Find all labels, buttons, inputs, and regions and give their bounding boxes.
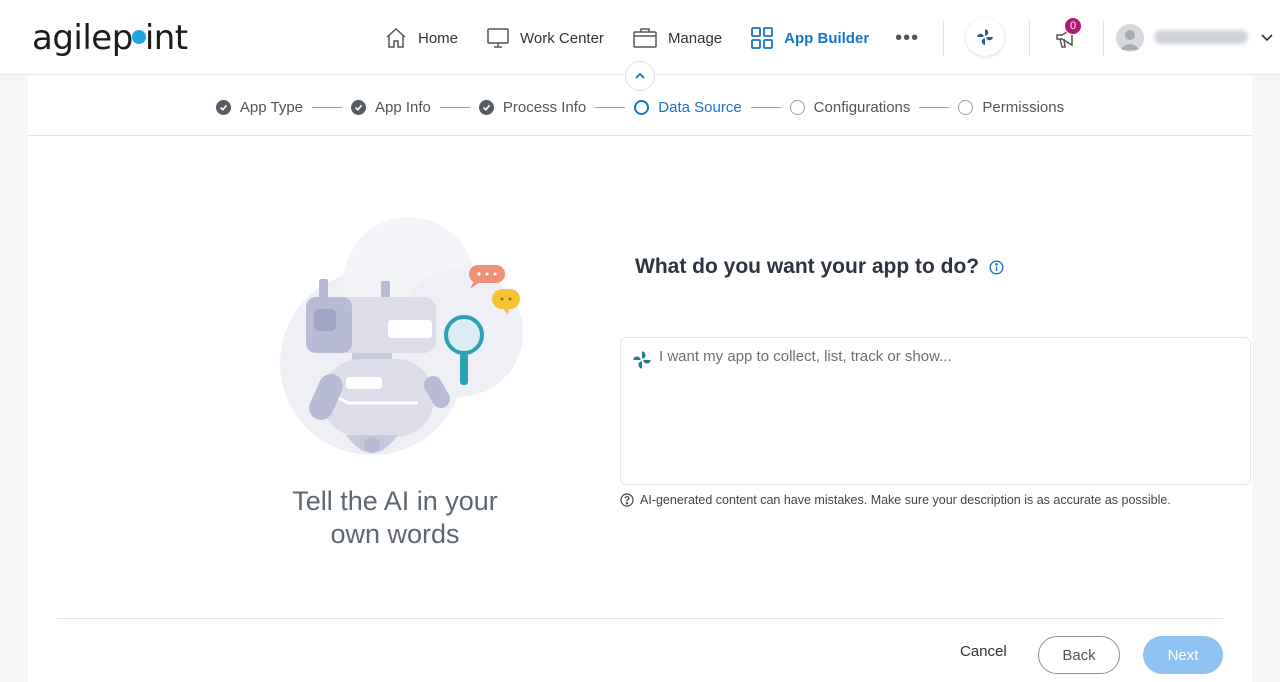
divider	[943, 20, 944, 56]
pending-step-circle-icon	[789, 99, 805, 115]
briefcase-icon	[633, 28, 657, 48]
step-label: App Info	[375, 98, 431, 116]
nav-home[interactable]: Home	[384, 26, 458, 50]
ai-pinwheel-icon	[977, 29, 993, 45]
step-connector	[750, 106, 781, 108]
prompt-heading: What do you want your app to do?	[635, 255, 1004, 279]
check-icon	[478, 99, 494, 115]
step-label: Process Info	[502, 98, 587, 116]
step-label: Configurations	[813, 98, 911, 116]
user-avatar[interactable]	[1116, 24, 1144, 52]
illustration-tagline: Tell the AI in your own words	[255, 485, 535, 551]
wizard-card: App Type App Info Process Info Data Sour…	[28, 75, 1252, 682]
more-menu-button[interactable]: •••	[895, 27, 919, 50]
collapse-stepper-button[interactable]	[625, 61, 655, 91]
tagline-line-1: Tell the AI in your	[292, 486, 498, 516]
ai-assistant-button[interactable]	[966, 18, 1004, 56]
step-label: Permissions	[982, 98, 1065, 116]
user-icon	[1120, 30, 1140, 50]
help-circle-icon	[620, 493, 634, 507]
nav-home-label: Home	[418, 29, 459, 47]
check-icon	[215, 99, 231, 115]
step-label: Data Source	[658, 98, 742, 116]
app-description-box[interactable]	[620, 337, 1251, 485]
divider	[1029, 20, 1030, 56]
logo-text-end: int	[144, 18, 188, 58]
grid-icon	[751, 27, 774, 49]
ai-pinwheel-icon	[633, 351, 651, 369]
step-app-info[interactable]: App Info	[351, 99, 431, 116]
main-nav: Home Work Center Manage App Builder •••	[384, 24, 919, 52]
step-connector	[919, 106, 950, 108]
divider	[1103, 20, 1104, 56]
info-icon[interactable]	[989, 259, 1004, 275]
disclaimer-text: AI-generated content can have mistakes. …	[640, 493, 1171, 507]
step-connector	[312, 106, 343, 108]
chevron-up-icon	[635, 72, 645, 79]
step-connector	[595, 106, 626, 108]
ai-disclaimer: AI-generated content can have mistakes. …	[620, 493, 1171, 507]
current-step-circle-icon	[634, 99, 650, 115]
cancel-button[interactable]: Cancel	[960, 643, 1007, 660]
home-icon	[386, 27, 406, 48]
step-label: App Type	[239, 98, 304, 116]
step-permissions[interactable]: Permissions	[958, 99, 1064, 116]
footer-divider	[57, 618, 1223, 619]
tagline-line-2: own words	[330, 519, 460, 549]
ai-robot-illustration	[280, 217, 523, 455]
pending-step-circle-icon	[958, 99, 974, 115]
step-connector	[439, 106, 470, 108]
nav-app-builder[interactable]: App Builder	[750, 26, 869, 50]
nav-manage[interactable]: Manage	[632, 26, 722, 50]
agilepoint-logo[interactable]: agilep int	[32, 18, 188, 58]
step-configurations[interactable]: Configurations	[789, 98, 911, 116]
chevron-down-icon[interactable]	[1260, 30, 1274, 44]
logo-text-start: agilep	[32, 18, 133, 58]
notification-badge[interactable]: 0	[1064, 17, 1082, 35]
step-data-source[interactable]: Data Source	[634, 98, 742, 116]
step-app-type[interactable]: App Type	[215, 98, 304, 116]
back-button[interactable]: Back	[1038, 636, 1120, 674]
app-description-input[interactable]	[659, 346, 1239, 366]
nav-work-center-label: Work Center	[520, 29, 604, 47]
nav-work-center[interactable]: Work Center	[486, 26, 604, 50]
next-button[interactable]: Next	[1143, 636, 1223, 674]
nav-manage-label: Manage	[667, 29, 723, 47]
step-process-info[interactable]: Process Info	[478, 98, 587, 116]
nav-app-builder-label: App Builder	[784, 29, 870, 47]
prompt-heading-text: What do you want your app to do?	[635, 255, 980, 278]
user-name-blurred[interactable]	[1154, 30, 1248, 44]
monitor-icon	[487, 28, 509, 48]
logo-dot	[131, 29, 146, 44]
check-icon	[351, 99, 367, 115]
